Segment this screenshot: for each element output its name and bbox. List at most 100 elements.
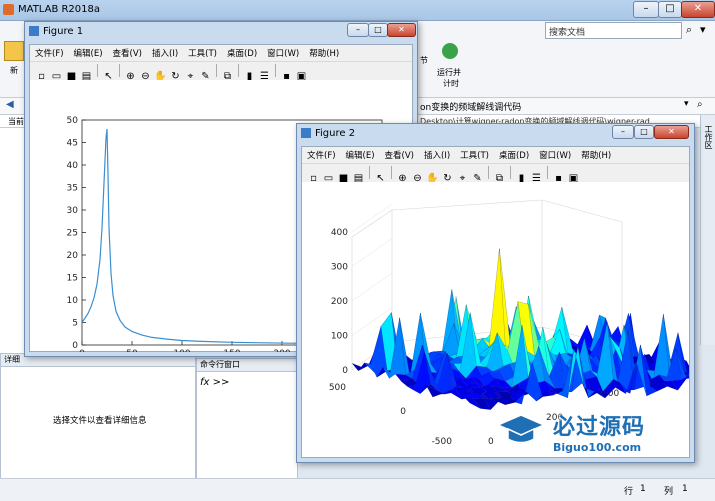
y-tick-label: 0 <box>72 341 78 351</box>
search-documentation-input[interactable]: 搜索文档 <box>545 22 682 39</box>
ribbon-new-label: 新 <box>10 66 18 75</box>
details-empty-message: 选择文件以查看详细信息 <box>53 416 147 426</box>
x-tick-label: 150 <box>223 349 240 352</box>
figure1-maximize-button[interactable]: □ <box>368 23 388 37</box>
run-and-time-label-2: 计时 <box>443 79 459 88</box>
figure2-toolbar: ▫ ▭ ■ ▤ ↖ ⊕ ⊖ ✋ ↻ ⌖ ✎ ⧉ ▮ ☰ ▪ ▣ <box>302 164 689 184</box>
box-edge <box>391 199 543 211</box>
status-bar: 行 1 列 1 <box>0 478 715 501</box>
y-tick-label: 5 <box>72 319 78 329</box>
menu-tools[interactable]: 工具(T) <box>183 45 222 61</box>
x-tick-label: 0 <box>488 437 494 447</box>
menu-file[interactable]: 文件(F) <box>30 45 69 61</box>
y-tick-label: 25 <box>67 229 78 239</box>
close-button[interactable]: ✕ <box>681 1 715 18</box>
y-tick-label: 45 <box>67 139 78 149</box>
z-tick-label: 0 <box>342 366 348 376</box>
menu-tools[interactable]: 工具(T) <box>455 147 494 163</box>
figure2-close-button[interactable]: ✕ <box>654 125 689 139</box>
menu-window[interactable]: 窗口(W) <box>262 45 304 61</box>
z-grid <box>351 203 393 233</box>
folder-search-icon[interactable]: ⌕ <box>697 99 703 110</box>
watermark-brand: 必过源码 <box>553 415 646 440</box>
figure-icon <box>29 26 39 36</box>
y-tick-label: 0 <box>400 407 406 417</box>
watermark: 必过源码 Biguo100.com <box>495 405 695 461</box>
box-edge <box>351 209 393 238</box>
z-tick-label: 100 <box>331 332 348 342</box>
y-tick-label: 40 <box>67 161 79 171</box>
command-window-label: 命令行窗口 <box>200 360 240 369</box>
new-script-icon[interactable] <box>4 41 24 61</box>
y-tick-label: 50 <box>67 116 79 126</box>
y-tick-label: 10 <box>67 296 79 306</box>
menu-insert[interactable]: 插入(I) <box>419 147 455 163</box>
y-tick-label: 30 <box>67 206 79 216</box>
command-window[interactable]: 命令行窗口 fx >> <box>196 358 298 480</box>
search-icon[interactable]: ⌕ <box>686 23 692 37</box>
back-arrow-icon[interactable]: ◀ <box>6 99 14 110</box>
z-grid <box>351 238 393 267</box>
figure2-title: Figure 2 <box>315 128 356 139</box>
figure-icon <box>301 128 311 138</box>
y-tick-label: 35 <box>67 184 78 194</box>
figure1-close-button[interactable]: ✕ <box>387 23 416 37</box>
main-window-title: MATLAB R2018a <box>18 4 101 15</box>
status-col-label: 列 <box>664 487 674 497</box>
details-label: 详细 <box>4 355 20 364</box>
run-and-time-icon[interactable] <box>442 43 458 59</box>
x-tick-label: 50 <box>126 349 138 352</box>
x-tick-label: 100 <box>173 349 190 352</box>
y-tick-label: 20 <box>67 251 79 261</box>
menu-insert[interactable]: 插入(I) <box>147 45 183 61</box>
figure1-title-bar[interactable]: Figure 1 – □ ✕ <box>25 22 417 42</box>
y-tick-label: 15 <box>67 274 78 284</box>
z-tick-label: 300 <box>331 263 348 273</box>
z-tick-label: 400 <box>331 228 348 238</box>
current-folder-label: 当前 <box>8 117 24 126</box>
figure1-minimize-button[interactable]: – <box>347 23 369 37</box>
menu-edit[interactable]: 编辑(E) <box>341 147 380 163</box>
menu-help[interactable]: 帮助(H) <box>576 147 616 163</box>
figure2-title-bar[interactable]: Figure 2 – □ ✕ <box>297 124 694 144</box>
details-panel: 详细 选择文件以查看详细信息 <box>0 353 196 480</box>
x-tick-label: 0 <box>79 349 85 352</box>
status-row-value: 1 <box>640 484 646 494</box>
ribbon-section-label: 节 <box>420 56 428 65</box>
y-tick-label: -500 <box>432 437 453 447</box>
menu-file[interactable]: 文件(F) <box>302 147 341 163</box>
figure1-title: Figure 1 <box>43 26 84 37</box>
menu-view[interactable]: 查看(V) <box>108 45 147 61</box>
y-tick-label: 500 <box>329 383 346 393</box>
figure2-minimize-button[interactable]: – <box>612 125 634 139</box>
menu-edit[interactable]: 编辑(E) <box>69 45 108 61</box>
menu-help[interactable]: 帮助(H) <box>304 45 344 61</box>
workspace-side-tab[interactable]: 工作区 <box>700 115 715 345</box>
figure2-maximize-button[interactable]: □ <box>634 125 654 139</box>
address-dropdown-icon[interactable]: ▾ <box>684 99 689 109</box>
current-folder-panel <box>0 128 25 353</box>
menu-desktop[interactable]: 桌面(D) <box>494 147 534 163</box>
minimize-button[interactable]: – <box>633 1 659 18</box>
box-edge <box>541 199 623 223</box>
menu-window[interactable]: 窗口(W) <box>534 147 576 163</box>
graduation-cap-logo <box>496 413 546 447</box>
status-col-value: 1 <box>682 484 688 494</box>
main-title-bar: MATLAB R2018a – □ ✕ <box>0 0 715 21</box>
watermark-url: Biguo100.com <box>553 441 642 454</box>
matlab-logo-icon <box>3 4 14 15</box>
x-tick-label: 200 <box>273 349 290 352</box>
menu-desktop[interactable]: 桌面(D) <box>222 45 262 61</box>
chevron-down-icon[interactable]: ▾ <box>700 23 706 36</box>
address-text: on变换的频域解线调代码 <box>420 103 522 113</box>
menu-view[interactable]: 查看(V) <box>380 147 419 163</box>
maximize-button[interactable]: □ <box>658 1 682 18</box>
figure1-menubar: 文件(F) 编辑(E) 查看(V) 插入(I) 工具(T) 桌面(D) 窗口(W) 帮助(H) <box>30 45 412 62</box>
z-grid <box>351 272 393 302</box>
status-row-label: 行 <box>624 487 634 497</box>
figure1-toolbar: ▫ ▭ ■ ▤ ↖ ⊕ ⊖ ✋ ↻ ⌖ ✎ ⧉ ▮ ☰ ▪ ▣ <box>30 62 412 82</box>
z-tick-label: 200 <box>331 297 348 307</box>
command-prompt: fx >> <box>200 377 230 388</box>
run-and-time-label-1: 运行并 <box>437 68 461 77</box>
figure2-menubar: 文件(F) 编辑(E) 查看(V) 插入(I) 工具(T) 桌面(D) 窗口(W) 帮助(H) <box>302 147 689 164</box>
